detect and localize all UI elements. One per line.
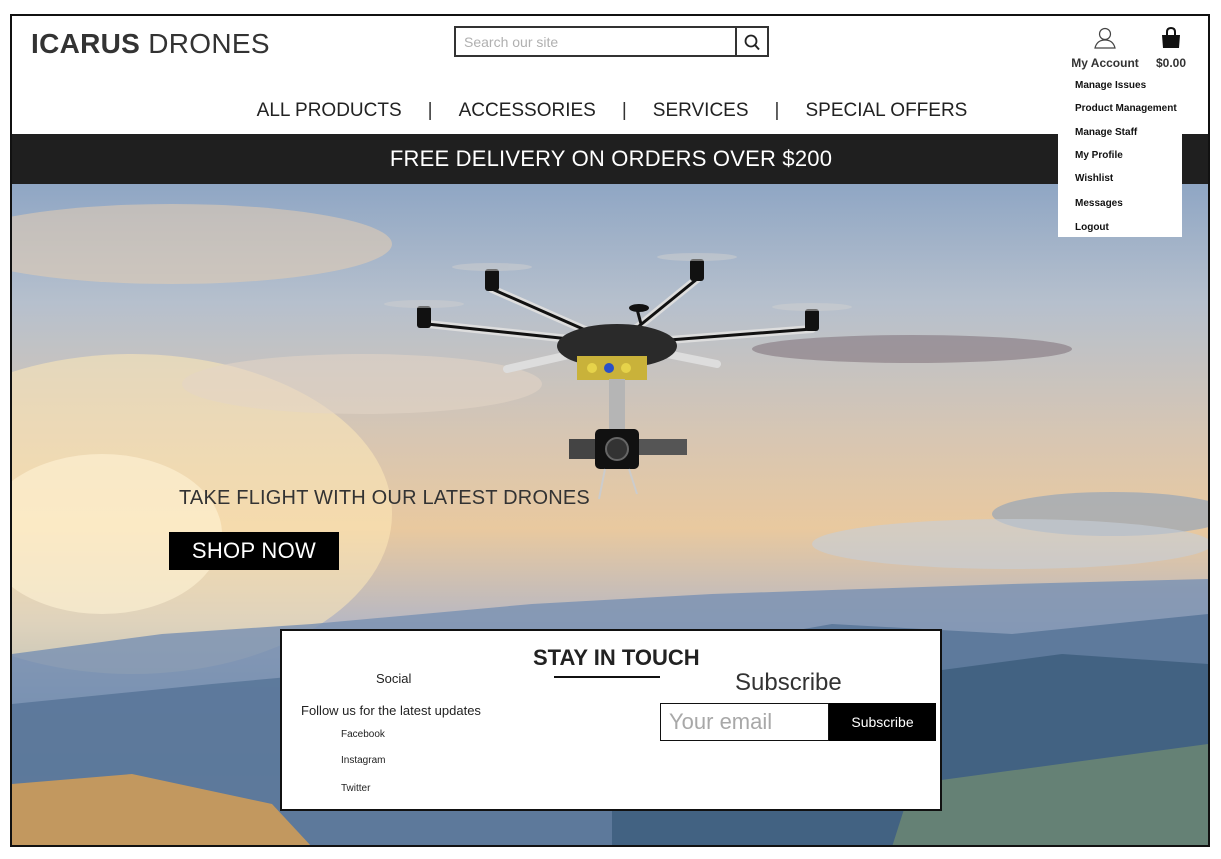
cart-total: $0.00 — [1155, 56, 1187, 70]
nav-services[interactable]: SERVICES — [653, 100, 749, 122]
menu-manage-staff[interactable]: Manage Staff — [1075, 127, 1137, 138]
nav-separator: | — [427, 100, 433, 121]
facebook-link[interactable]: Facebook — [341, 729, 385, 740]
twitter-link[interactable]: Twitter — [341, 783, 370, 794]
social-heading: Social — [376, 671, 412, 686]
nav-special-offers[interactable]: SPECIAL OFFERS — [805, 100, 967, 122]
search-button[interactable] — [735, 28, 767, 55]
nav-accessories[interactable]: ACCESSORIES — [459, 100, 596, 122]
nav-separator: | — [621, 100, 627, 121]
nav-separator: | — [774, 100, 780, 121]
user-icon — [1094, 27, 1116, 49]
logo-light-text: DRONES — [148, 28, 270, 59]
title-underline — [554, 676, 660, 678]
social-description: Follow us for the latest updates — [301, 703, 481, 718]
free-delivery-banner: FREE DELIVERY ON ORDERS OVER $200 — [12, 134, 1208, 184]
my-account-link[interactable]: My Account — [1068, 26, 1142, 70]
menu-manage-issues[interactable]: Manage Issues — [1075, 80, 1146, 91]
site-logo[interactable]: ICARUS DRONES — [31, 28, 270, 60]
page-frame: ICARUS DRONES My Account $0.00 ALL PRODU… — [10, 14, 1210, 847]
email-input[interactable] — [660, 703, 829, 741]
subscribe-heading: Subscribe — [735, 669, 842, 696]
search-bar — [454, 26, 769, 57]
menu-my-profile[interactable]: My Profile — [1075, 150, 1123, 161]
hero-tagline: TAKE FLIGHT WITH OUR LATEST DRONES — [179, 487, 590, 509]
menu-wishlist[interactable]: Wishlist — [1075, 173, 1113, 184]
logo-bold-text: ICARUS — [31, 28, 141, 59]
search-input[interactable] — [456, 28, 735, 55]
shopping-bag-icon — [1162, 26, 1180, 48]
my-account-label: My Account — [1071, 56, 1139, 70]
instagram-link[interactable]: Instagram — [341, 755, 385, 766]
search-icon — [744, 34, 760, 50]
account-dropdown-menu: Manage Issues Product Management Manage … — [1058, 73, 1182, 237]
nav-all-products[interactable]: ALL PRODUCTS — [257, 100, 402, 122]
cart-link[interactable]: $0.00 — [1152, 26, 1190, 70]
stay-in-touch-panel: STAY IN TOUCH Social Follow us for the l… — [280, 629, 942, 811]
menu-logout[interactable]: Logout — [1075, 222, 1109, 233]
menu-product-management[interactable]: Product Management — [1075, 103, 1177, 114]
main-nav: ALL PRODUCTS | ACCESSORIES | SERVICES | … — [12, 96, 1208, 126]
stay-in-touch-title: STAY IN TOUCH — [533, 645, 700, 670]
menu-messages[interactable]: Messages — [1075, 198, 1123, 209]
subscribe-button[interactable]: Subscribe — [829, 703, 936, 741]
shop-now-button[interactable]: SHOP NOW — [169, 532, 339, 570]
